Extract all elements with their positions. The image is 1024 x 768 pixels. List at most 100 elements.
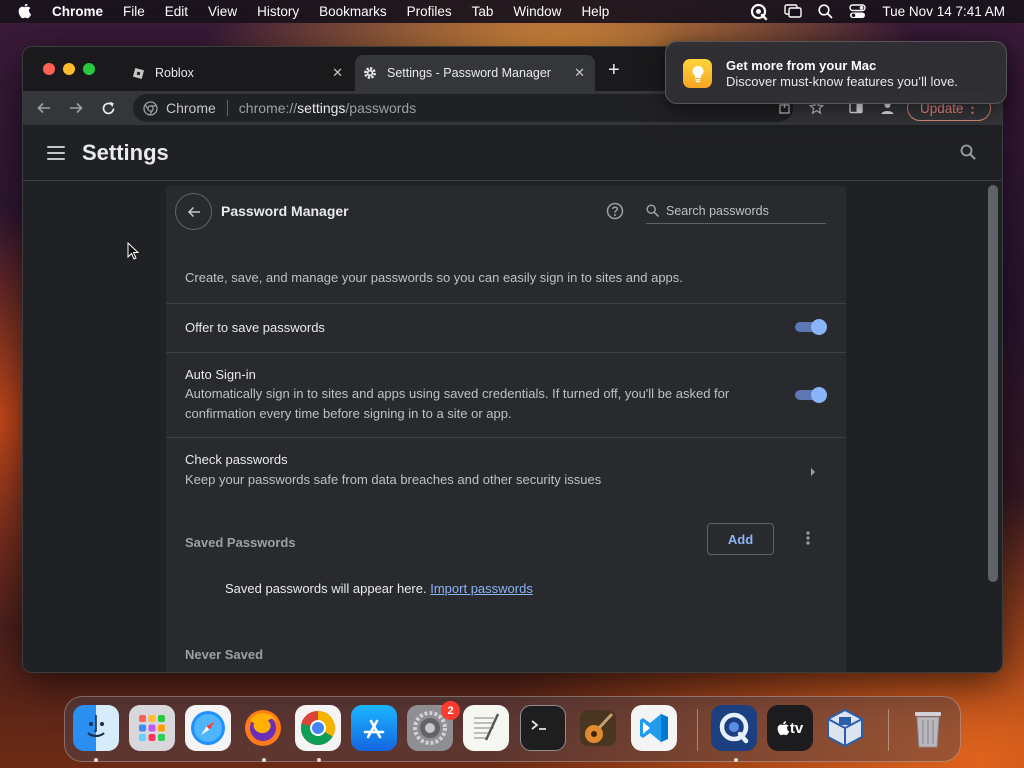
- chrome-logo-icon: [143, 100, 158, 116]
- chevron-right-icon: [810, 464, 816, 482]
- help-icon[interactable]: [606, 202, 624, 225]
- password-manager-header: Password Manager: [166, 186, 846, 246]
- offer-to-save-toggle[interactable]: [795, 319, 827, 335]
- search-passwords-input[interactable]: [666, 203, 816, 218]
- dock-vscode-icon[interactable]: [631, 705, 677, 751]
- screen-mirroring-icon[interactable]: [784, 4, 803, 19]
- section-title: Password Manager: [221, 203, 349, 219]
- dock-trash-icon[interactable]: [905, 705, 951, 751]
- dock-running-indicator: [262, 758, 266, 762]
- menu-profiles[interactable]: Profiles: [407, 4, 452, 19]
- menu-edit[interactable]: Edit: [165, 4, 188, 19]
- tab-title: Settings - Password Manager: [387, 66, 551, 80]
- site-chip-label: Chrome: [166, 100, 216, 116]
- dock-garageband-icon[interactable]: [575, 705, 621, 751]
- menu-help[interactable]: Help: [581, 4, 609, 19]
- menu-view[interactable]: View: [208, 4, 237, 19]
- offer-to-save-label: Offer to save passwords: [185, 320, 325, 335]
- dock-finder-icon[interactable]: [73, 705, 119, 751]
- search-settings-icon[interactable]: [960, 144, 976, 165]
- menu-tab[interactable]: Tab: [472, 4, 494, 19]
- dock-apple-tv-icon[interactable]: tv: [767, 705, 813, 751]
- offer-to-save-row[interactable]: Offer to save passwords: [166, 303, 846, 352]
- back-arrow-icon: [187, 206, 200, 217]
- saved-passwords-empty-state: Saved passwords will appear here. Import…: [225, 581, 533, 596]
- empty-state-text: Saved passwords will appear here.: [225, 581, 427, 596]
- dock-firefox-icon[interactable]: [240, 705, 286, 751]
- menu-bookmarks[interactable]: Bookmarks: [319, 4, 387, 19]
- dock-running-indicator: [317, 758, 321, 762]
- dock-running-indicator: [734, 758, 738, 762]
- dock-separator: [697, 709, 698, 751]
- close-tab-icon[interactable]: ✕: [332, 65, 343, 81]
- hamburger-menu-icon[interactable]: [47, 145, 65, 160]
- auto-signin-description: Automatically sign in to sites and apps …: [185, 386, 730, 421]
- dock-quicktime-icon[interactable]: [711, 705, 757, 751]
- scrollbar[interactable]: [988, 185, 998, 582]
- dock-chrome-icon[interactable]: [295, 705, 341, 751]
- add-password-button[interactable]: Add: [707, 523, 774, 555]
- search-passwords-field[interactable]: [646, 198, 826, 224]
- dock-textedit-icon[interactable]: [463, 705, 509, 751]
- saved-passwords-heading: Saved Passwords: [185, 535, 296, 550]
- page-title: Settings: [82, 139, 169, 165]
- url-text[interactable]: chrome://settings/passwords: [239, 100, 416, 116]
- close-tab-icon[interactable]: ✕: [574, 65, 585, 81]
- intro-text: Create, save, and manage your passwords …: [185, 270, 683, 285]
- menu-bar: Chrome File Edit View History Bookmarks …: [0, 0, 1024, 23]
- window-close-button[interactable]: [43, 63, 55, 75]
- site-info-chip[interactable]: Chrome: [143, 100, 216, 116]
- lightbulb-icon: [683, 59, 712, 88]
- tab-title: Roblox: [155, 66, 194, 80]
- apple-tv-label: tv: [789, 719, 804, 737]
- roblox-icon: [131, 66, 145, 80]
- back-arrow-icon[interactable]: [36, 100, 52, 116]
- check-passwords-description: Keep your passwords safe from data breac…: [185, 472, 602, 487]
- password-manager-card: Password Manager Create, save, and manag…: [166, 186, 846, 672]
- dock: 2 tv: [64, 696, 961, 762]
- dock-virtualbox-icon[interactable]: [822, 705, 868, 751]
- auto-signin-row[interactable]: Auto Sign-in Automatically sign in to si…: [166, 352, 846, 437]
- dock-safari-icon[interactable]: [185, 705, 231, 751]
- forward-arrow-icon[interactable]: [68, 100, 84, 116]
- screen-record-icon[interactable]: [750, 3, 768, 21]
- check-passwords-row[interactable]: Check passwords Keep your passwords safe…: [166, 437, 846, 503]
- window-minimize-button[interactable]: [63, 63, 75, 75]
- check-passwords-label: Check passwords: [185, 452, 288, 467]
- dock-app-store-icon[interactable]: [351, 705, 397, 751]
- spotlight-icon[interactable]: [818, 4, 833, 19]
- mouse-cursor-icon: [127, 241, 140, 265]
- notification-title: Get more from your Mac: [726, 58, 877, 73]
- settings-header: Settings: [23, 125, 1002, 181]
- menu-history[interactable]: History: [257, 4, 299, 19]
- clock[interactable]: Tue Nov 14 7:41 AM: [882, 4, 1005, 19]
- new-tab-button[interactable]: +: [608, 60, 620, 80]
- notification-badge: 2: [441, 701, 460, 720]
- notification-banner[interactable]: Get more from your Mac Discover must-kno…: [665, 41, 1007, 104]
- dock-running-indicator: [94, 758, 98, 762]
- window-fullscreen-button[interactable]: [83, 63, 95, 75]
- reload-icon[interactable]: [100, 100, 116, 116]
- dock-launchpad-icon[interactable]: [129, 705, 175, 751]
- import-passwords-link[interactable]: Import passwords: [430, 581, 533, 596]
- menu-window[interactable]: Window: [513, 4, 561, 19]
- notification-body: Discover must-know features you’ll love.: [726, 74, 958, 89]
- never-saved-heading: Never Saved: [185, 647, 264, 662]
- search-icon: [646, 204, 659, 217]
- dock-separator: [888, 709, 889, 751]
- omnibox-divider: [226, 100, 228, 116]
- more-actions-icon[interactable]: [806, 531, 810, 550]
- menu-app-name[interactable]: Chrome: [52, 4, 103, 19]
- menu-file[interactable]: File: [123, 4, 145, 19]
- gear-icon: [363, 66, 377, 80]
- tab-roblox[interactable]: Roblox ✕: [123, 55, 353, 91]
- control-center-icon[interactable]: [849, 4, 867, 19]
- settings-content: Password Manager Create, save, and manag…: [23, 182, 1002, 672]
- browser-window: Roblox ✕ Settings - Password Manager ✕ +…: [22, 46, 1003, 673]
- apple-icon[interactable]: [18, 3, 36, 20]
- auto-signin-label: Auto Sign-in: [185, 367, 256, 382]
- back-button[interactable]: [175, 193, 212, 230]
- dock-terminal-icon[interactable]: [520, 705, 566, 751]
- tab-settings[interactable]: Settings - Password Manager ✕: [355, 55, 595, 91]
- auto-signin-toggle[interactable]: [795, 387, 827, 403]
